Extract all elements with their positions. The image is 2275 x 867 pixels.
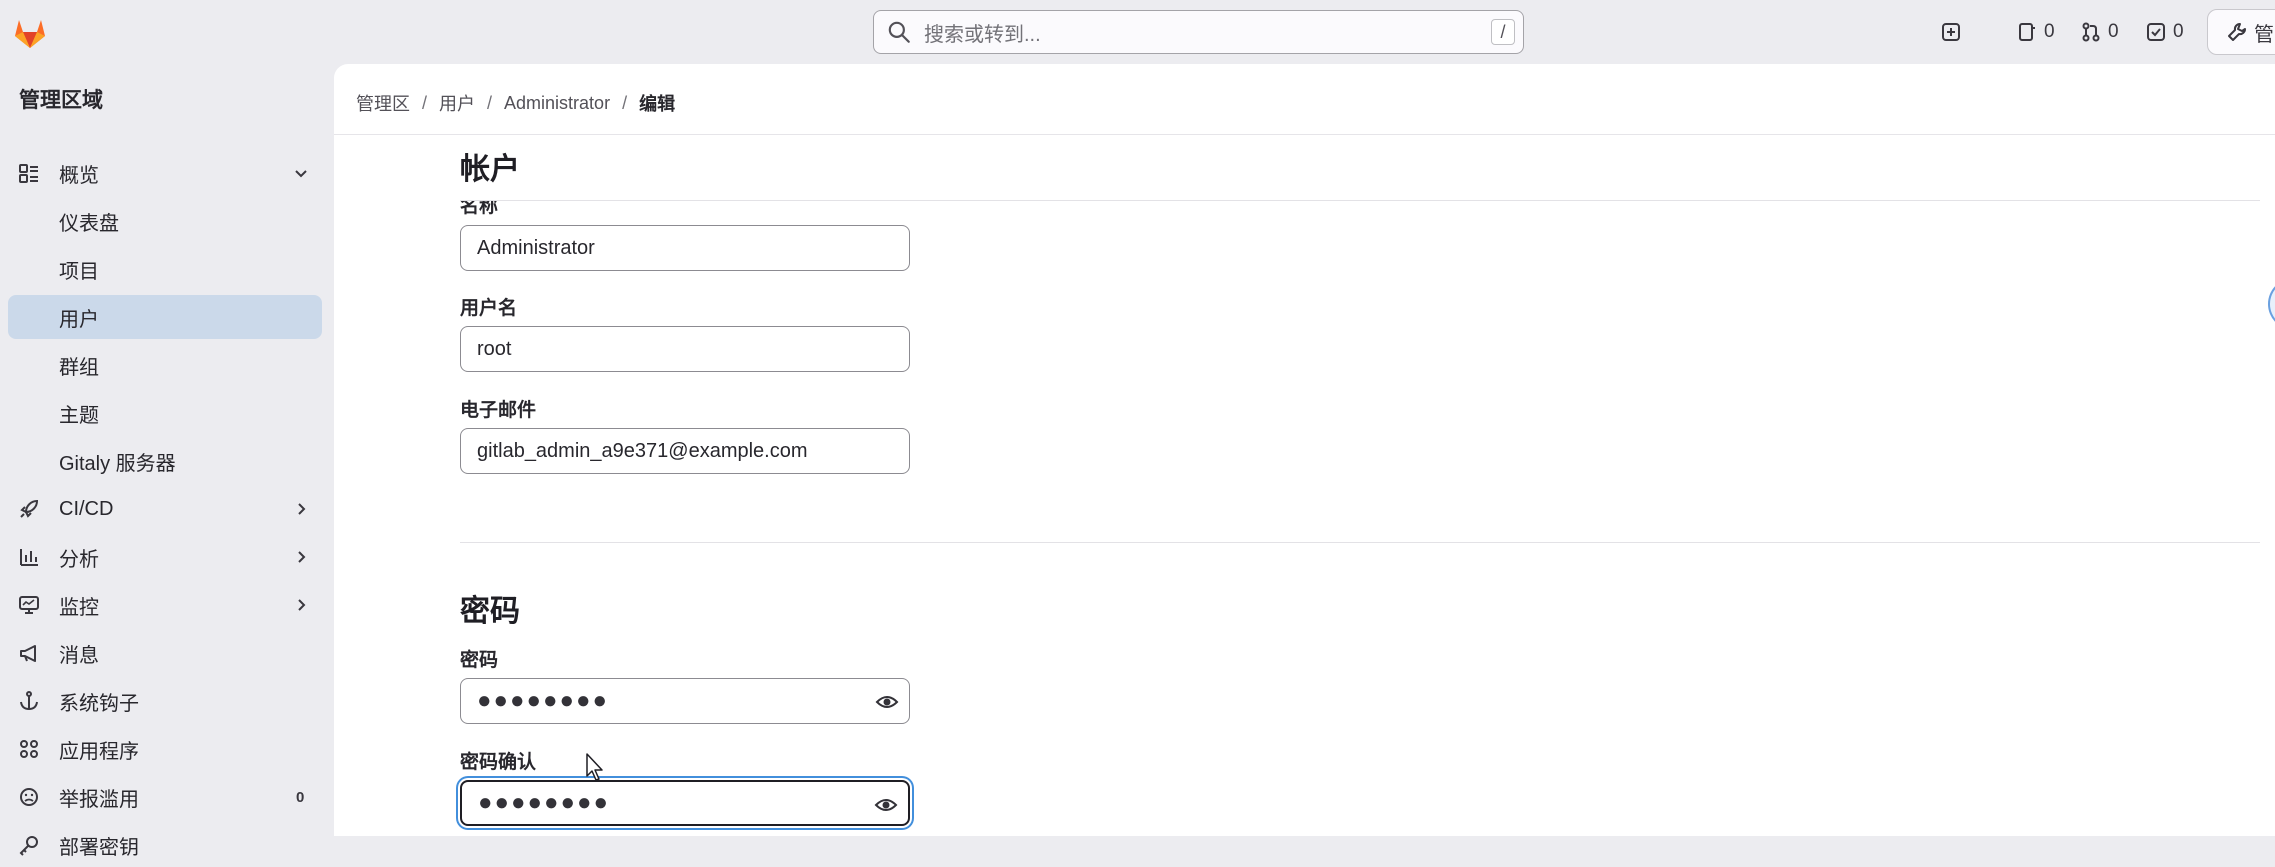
sidebar-item-label: 举报滥用	[59, 788, 139, 811]
todo-icon	[2147, 23, 2165, 41]
password-confirm-field-value: ●●●●●●●●	[478, 789, 610, 816]
breadcrumb-item-users[interactable]: 用户	[439, 90, 475, 116]
sidebar-item-label: 消息	[59, 644, 99, 667]
apps-icon	[20, 740, 38, 758]
gitlab-logo-icon[interactable]	[10, 12, 50, 52]
search-placeholder: 搜索或转到...	[924, 23, 1041, 46]
sidebar-item-label: Gitaly 服务器	[59, 452, 176, 475]
chevron-right-icon	[298, 599, 306, 611]
sidebar-item-label: 监控	[59, 596, 99, 619]
search-shortcut-key: /	[1491, 19, 1515, 45]
password-field[interactable]: ●●●●●●●●	[460, 678, 910, 724]
sidebar-item-dashboard[interactable]: 仪表盘	[8, 199, 322, 243]
abuse-icon	[20, 788, 38, 806]
create-new-button[interactable]	[1940, 14, 1962, 50]
username-field[interactable]: root	[460, 326, 910, 372]
eye-icon[interactable]	[875, 691, 899, 713]
sidebar-item-label: 系统钩子	[59, 692, 139, 715]
sidebar-item-label: 群组	[59, 356, 99, 379]
account-section-title: 帐户	[460, 153, 520, 186]
sidebar-item-deploy-keys[interactable]: 部署密钥	[8, 823, 322, 867]
sidebar-item-groups[interactable]: 群组	[8, 343, 322, 387]
password-confirm-label: 密码确认	[460, 752, 537, 773]
admin-button[interactable]: 管	[2207, 9, 2275, 55]
mouse-cursor-icon	[586, 753, 603, 781]
sidebar-item-analytics[interactable]: 分析	[8, 535, 322, 579]
sidebar-item-label: 部署密钥	[59, 836, 139, 859]
abuse-reports-count: 0	[296, 788, 305, 806]
sidebar-item-label: 用户	[59, 308, 99, 331]
email-field[interactable]: gitlab_admin_a9e371@example.com	[460, 428, 910, 474]
overview-icon	[19, 164, 38, 183]
breadcrumb-separator: /	[487, 92, 493, 113]
sidebar-item-abuse-reports[interactable]: 举报滥用 0	[8, 775, 322, 819]
sidebar-item-gitaly-servers[interactable]: Gitaly 服务器	[8, 439, 322, 483]
help-widget-button[interactable]	[2268, 278, 2275, 330]
chevron-down-icon	[295, 170, 307, 178]
sidebar-item-users[interactable]: 用户	[8, 295, 322, 339]
merge-requests-button[interactable]: 0	[2080, 14, 2119, 50]
password-section-title: 密码	[460, 595, 520, 628]
issues-count: 0	[2044, 21, 2055, 42]
sidebar-item-label: CI/CD	[59, 497, 114, 520]
password-confirm-field[interactable]: ●●●●●●●●	[460, 780, 910, 826]
breadcrumb-separator: /	[422, 92, 428, 113]
email-field-value: gitlab_admin_a9e371@example.com	[477, 439, 808, 462]
todos-button[interactable]: 0	[2145, 14, 2184, 50]
search-input[interactable]: 搜索或转到... /	[873, 10, 1524, 54]
sidebar-item-monitoring[interactable]: 监控	[8, 583, 322, 627]
merge-requests-count: 0	[2108, 21, 2119, 42]
breadcrumb-separator: /	[622, 92, 628, 113]
wrench-icon	[2228, 23, 2246, 41]
issues-icon	[2019, 23, 2035, 41]
megaphone-icon	[20, 645, 36, 662]
password-field-value: ●●●●●●●●	[477, 687, 609, 714]
name-field[interactable]: Administrator	[460, 225, 910, 271]
sidebar-item-topics[interactable]: 主题	[8, 391, 322, 435]
username-label: 用户名	[460, 298, 518, 319]
email-label: 电子邮件	[460, 400, 537, 421]
todos-count: 0	[2173, 21, 2184, 42]
sidebar-item-label: 仪表盘	[59, 212, 119, 235]
admin-button-label: 管	[2254, 23, 2274, 46]
sidebar-item-label: 项目	[59, 260, 99, 283]
monitor-icon	[19, 596, 39, 614]
sidebar-item-cicd[interactable]: CI/CD	[8, 487, 322, 531]
key-icon	[19, 836, 38, 856]
sidebar-item-label: 概览	[59, 164, 99, 187]
rocket-icon	[20, 499, 39, 518]
search-icon	[888, 21, 910, 43]
top-bar: 搜索或转到... / 0 0 0 管	[0, 0, 2275, 64]
chart-icon	[20, 549, 38, 566]
username-field-value: root	[477, 337, 512, 360]
sidebar-item-overview[interactable]: 概览	[8, 151, 322, 195]
anchor-icon	[20, 691, 38, 711]
main-content: 管理区 / 用户 / Administrator / 编辑 帐户 名称 Admi…	[334, 64, 2275, 836]
sidebar: 管理区域 概览 仪表盘 项目 用户 群组 主题 Gitaly 服务器 CI/CD…	[0, 64, 334, 859]
sidebar-item-label: 主题	[59, 404, 99, 427]
name-label: 名称	[460, 201, 499, 215]
merge-request-icon	[2082, 22, 2100, 42]
breadcrumb-divider	[334, 134, 2275, 135]
sidebar-item-system-hooks[interactable]: 系统钩子	[8, 679, 322, 723]
name-field-value: Administrator	[477, 236, 595, 259]
eye-icon[interactable]	[874, 794, 898, 816]
sidebar-item-label: 分析	[59, 548, 99, 571]
sidebar-item-label: 应用程序	[59, 740, 139, 763]
sidebar-item-projects[interactable]: 项目	[8, 247, 322, 291]
chevron-right-icon	[298, 503, 306, 515]
plus-square-icon	[1942, 23, 1960, 41]
breadcrumb-item-admin-area[interactable]: 管理区	[356, 90, 410, 116]
section-divider	[460, 542, 2260, 543]
sidebar-item-applications[interactable]: 应用程序	[8, 727, 322, 771]
password-label: 密码	[460, 650, 499, 671]
breadcrumb: 管理区 / 用户 / Administrator / 编辑	[356, 90, 675, 116]
sidebar-item-messages[interactable]: 消息	[8, 631, 322, 675]
chevron-right-icon	[298, 551, 306, 563]
name-label-clip: 名称	[334, 201, 2275, 215]
breadcrumb-item-edit: 编辑	[639, 94, 676, 114]
issues-button[interactable]: 0	[2016, 14, 2055, 50]
sidebar-title: 管理区域	[19, 89, 103, 112]
breadcrumb-item-user[interactable]: Administrator	[504, 93, 610, 114]
